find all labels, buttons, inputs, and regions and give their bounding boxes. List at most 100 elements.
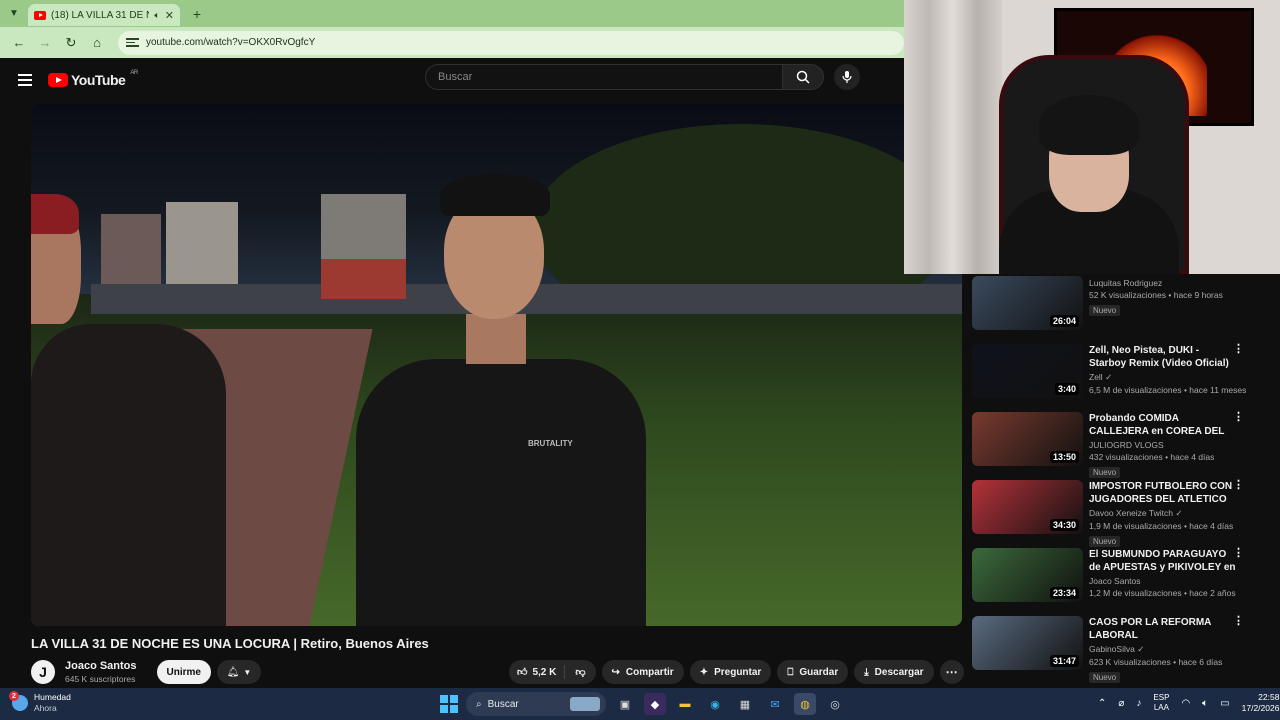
video-duration: 3:40 [1054,383,1079,395]
video-duration: 23:34 [1049,587,1079,599]
volume-icon[interactable]: 🔈︎ [1202,698,1208,709]
share-button[interactable]: ↪ Compartir [601,660,684,684]
search-icon [796,70,810,84]
chevron-up-icon[interactable]: ⌃ [1098,698,1106,709]
save-button[interactable]: ⎕ Guardar [777,660,849,684]
video-thumbnail[interactable]: 13:50 [972,412,1083,466]
new-badge: Nuevo [1089,305,1121,316]
search-icon: ⌕ [476,698,482,710]
microphone-icon[interactable]: ♪ [1136,698,1141,709]
recommendation-channel[interactable]: Luquitas Rodriguez [1089,278,1239,288]
menu-icon[interactable] [18,74,32,86]
more-options-icon[interactable]: ⋮ [1233,344,1244,355]
clock[interactable]: 22:58 17/2/2026 [1242,692,1280,714]
clock-time: 22:58 [1258,692,1280,702]
chrome-icon[interactable]: ◍ [794,693,816,715]
ask-button[interactable]: ✦ Preguntar [689,660,772,684]
recommendation-channel[interactable]: Joaco Santos [1089,576,1239,586]
game-app-icon[interactable]: ◆ [644,693,666,715]
recommendation-item[interactable]: 26:04 Luquitas Rodriguez 52 K visualizacio… [972,274,1272,342]
tab-search-icon[interactable]: ▼ [0,0,28,27]
more-options-icon[interactable]: ⋮ [1233,412,1244,423]
recommendation-channel[interactable]: JULIOGRD VLOGS [1089,440,1239,450]
wifi-icon[interactable]: ◠ [1181,698,1190,709]
speaker-icon[interactable]: 🔈︎ [154,10,159,21]
recommendation-item[interactable]: 13:50 Probando COMIDA CALLEJERA en COREA … [972,410,1272,478]
recommendation-item[interactable]: 23:34 El SUBMUNDO PARAGUAYO de APUESTAS y… [972,546,1272,614]
edge-icon[interactable]: ◉ [704,693,726,715]
language-indicator[interactable]: ESP LAA [1153,693,1169,713]
weather-widget[interactable]: 2 Humedad Ahora [9,691,71,714]
facecam-curtain [904,0,1002,274]
recommendation-title[interactable]: El SUBMUNDO PARAGUAYO de APUESTAS y PIKI… [1089,548,1239,574]
video-thumbnail[interactable]: 26:04 [972,276,1083,330]
network-off-icon[interactable]: ⌀ [1118,698,1124,709]
lang-top: ESP [1153,693,1170,702]
recommendation-item[interactable]: 31:47 CAOS POR LA REFORMA LABORAL GabinoSi… [972,614,1272,683]
recommendation-item[interactable]: 3:40 Zell, Neo Pistea, DUKI - Starboy Rem… [972,342,1272,410]
facecam-overlay [904,0,1280,274]
recommendation-info: Zell, Neo Pistea, DUKI - Starboy Remix (… [1089,342,1246,410]
recommendation-title[interactable]: Probando COMIDA CALLEJERA en COREA DEL S… [1089,412,1239,438]
store-icon[interactable]: ▦ [734,693,756,715]
search-input[interactable]: Buscar [425,64,782,90]
recommendation-item[interactable]: 34:30 IMPOSTOR FUTBOLERO CON JUGADORES DE… [972,478,1272,547]
recommendation-channel[interactable]: Zell ✓ [1089,372,1239,383]
recommendation-title[interactable]: CAOS POR LA REFORMA LABORAL [1089,616,1239,642]
more-options-icon[interactable]: ⋮ [1233,548,1244,559]
download-button[interactable]: ⤓ Descargar [854,660,934,684]
recommendation-info: Luquitas Rodriguez 52 K visualizaciones •… [1089,274,1239,342]
recommendation-channel[interactable]: Davoo Xeneize Twitch ✓ [1089,508,1239,519]
taskbar-search[interactable]: ⌕ Buscar [466,692,606,716]
sparkle-icon: ✦ [699,666,709,678]
recommendation-channel[interactable]: GabinoSilva ✓ [1089,644,1239,655]
youtube-logo[interactable]: YouTube AR [48,70,138,88]
browser-chrome: ▼ (18) LA VILLA 31 DE NOCHE ES UNA LOCUR… [0,0,904,58]
notification-badge: 2 [9,691,19,701]
like-button[interactable]: 👍︎ 5,2 K [509,665,566,679]
site-info-icon[interactable] [126,36,139,49]
url-field[interactable]: youtube.com/watch?v=OKX0RvOgfcY [118,30,904,55]
video-thumbnail[interactable]: 3:40 [972,344,1083,398]
back-button[interactable]: ← [8,32,30,54]
channel-avatar[interactable]: J [31,660,55,684]
channel-name[interactable]: Joaco Santos [65,660,137,672]
recommendation-meta: 52 K visualizaciones • hace 9 horas [1089,290,1223,300]
video-thumbnail[interactable]: 23:34 [972,548,1083,602]
search-button[interactable] [782,64,824,90]
clock-date: 17/2/2026 [1241,703,1280,713]
obs-icon[interactable]: ◎ [824,693,846,715]
dislike-button[interactable]: 👎︎ [565,666,595,678]
youtube-header: YouTube AR Buscar [0,58,904,102]
battery-icon[interactable]: ▭ [1220,698,1229,709]
video-player[interactable]: BRUTALITY [31,104,962,626]
video-thumbnail[interactable]: 31:47 [972,616,1083,670]
voice-search-button[interactable] [834,64,860,90]
more-options-icon[interactable]: ⋮ [1233,616,1244,627]
task-view-icon[interactable]: ▣ [614,693,636,715]
forward-button[interactable]: → [34,32,56,54]
youtube-play-icon [48,73,68,87]
video-duration: 13:50 [1049,451,1079,463]
video-person-center: BRUTALITY [356,174,646,626]
thumbs-up-icon: 👍︎ [517,667,528,678]
recommendation-title[interactable]: Zell, Neo Pistea, DUKI - Starboy Remix (… [1089,344,1239,370]
video-thumbnail[interactable]: 34:30 [972,480,1083,534]
start-button[interactable] [440,695,458,713]
subscription-bell-button[interactable]: 🔔︎ ▼ [216,660,261,684]
file-explorer-icon[interactable]: ▬ [674,693,696,715]
recommendation-meta: 1,2 M de visualizaciones • hace 2 años [1089,588,1236,598]
browser-tab[interactable]: (18) LA VILLA 31 DE NOCHE ES UNA LOCURA … [28,4,180,26]
close-tab-icon[interactable]: ✕ [165,9,174,22]
tab-title: (18) LA VILLA 31 DE NOCHE ES UNA LOCURA … [51,9,149,21]
join-button[interactable]: Unirme [156,660,211,684]
more-options-icon[interactable]: ⋮ [1233,480,1244,491]
youtube-favicon-icon [34,10,46,20]
reload-button[interactable]: ↻ [60,32,82,54]
recommendation-title[interactable]: IMPOSTOR FUTBOLERO CON JUGADORES DEL ATL… [1089,480,1239,506]
mail-icon[interactable]: ✉ [764,693,786,715]
video-duration: 34:30 [1049,519,1079,531]
new-tab-button[interactable]: + [188,5,206,23]
more-actions-button[interactable]: ⋯ [939,660,964,684]
home-button[interactable]: ⌂ [86,32,108,54]
